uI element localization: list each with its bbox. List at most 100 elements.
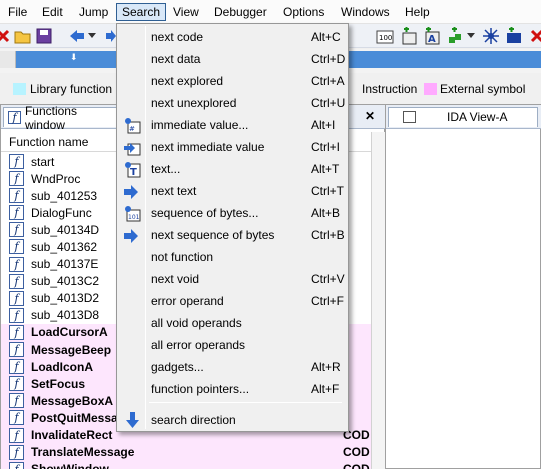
save-disk-icon[interactable] bbox=[35, 27, 53, 45]
legend-instruction: Instruction bbox=[362, 82, 418, 96]
open-folder-icon[interactable] bbox=[14, 27, 32, 45]
search-direction-arrow-icon bbox=[124, 412, 141, 429]
svg-text:T: T bbox=[130, 167, 137, 178]
function-icon: f bbox=[9, 410, 24, 426]
menu-edit[interactable]: Edit bbox=[37, 3, 68, 21]
menu-item-sequence-of-bytes[interactable]: 101 sequence of bytes... Alt+B bbox=[119, 202, 346, 224]
menu-item-next-data[interactable]: next data Ctrl+D bbox=[119, 48, 346, 70]
menu-item-immediate-value[interactable]: # immediate value... Alt+I bbox=[119, 114, 346, 136]
function-name: MessageBoxA bbox=[31, 393, 114, 408]
menu-search[interactable]: Search bbox=[116, 3, 167, 21]
text-search-icon: T bbox=[124, 161, 141, 178]
external-symbol-swatch bbox=[424, 83, 437, 95]
menu-help[interactable]: Help bbox=[400, 3, 435, 21]
menu-item-shortcut: Ctrl+V bbox=[311, 272, 345, 286]
struct-icon[interactable] bbox=[448, 27, 466, 45]
menu-item-label: next sequence of bytes bbox=[151, 228, 275, 242]
menu-item-error-operand[interactable]: error operand Ctrl+F bbox=[119, 290, 346, 312]
menu-view[interactable]: View bbox=[168, 3, 204, 21]
function-icon: f bbox=[9, 324, 24, 340]
vertical-scrollbar[interactable] bbox=[371, 132, 385, 469]
menu-item-label: gadgets... bbox=[151, 360, 204, 374]
function-row[interactable]: f TranslateMessage COD bbox=[1, 443, 371, 461]
menu-item-shortcut: Alt+B bbox=[311, 206, 341, 220]
function-icon: f bbox=[9, 222, 24, 238]
menu-item-next-immediate-value[interactable]: next immediate value Ctrl+I bbox=[119, 136, 346, 158]
add-enum-icon[interactable] bbox=[505, 27, 523, 45]
menu-item-all-error-operands[interactable]: all error operands bbox=[119, 334, 346, 356]
menu-item-next-explored[interactable]: next explored Ctrl+A bbox=[119, 70, 346, 92]
menu-item-shortcut: Alt+T bbox=[311, 162, 340, 176]
close-icon[interactable]: ✕ bbox=[363, 109, 377, 123]
enum-icon[interactable] bbox=[482, 27, 500, 45]
function-name: sub_4013C2 bbox=[31, 274, 100, 289]
legend-external-symbol: External symbol bbox=[440, 82, 526, 96]
menu-debugger[interactable]: Debugger bbox=[209, 3, 272, 21]
functions-window-title: Functions window bbox=[24, 103, 77, 132]
menu-item-shortcut: Alt+C bbox=[311, 30, 341, 44]
tab-ida-view-a[interactable]: IDA View-A bbox=[388, 107, 538, 127]
function-name: start bbox=[31, 154, 55, 169]
menu-item-next-unexplored[interactable]: next unexplored Ctrl+U bbox=[119, 92, 346, 114]
struct-dropdown-icon[interactable] bbox=[466, 27, 476, 45]
navigation-band-left-panel bbox=[0, 51, 16, 68]
add-segment-icon[interactable] bbox=[400, 27, 418, 45]
navigation-position-marker-icon: ⬇ bbox=[70, 52, 78, 62]
back-arrow-icon[interactable] bbox=[68, 27, 86, 45]
function-icon: f bbox=[9, 359, 24, 375]
menu-item-label: function pointers... bbox=[151, 382, 250, 396]
menu-item-next-sequence-of-bytes[interactable]: next sequence of bytes Ctrl+B bbox=[119, 224, 346, 246]
menu-item-shortcut: Ctrl+A bbox=[311, 74, 345, 88]
hex-view-icon[interactable]: 100 bbox=[376, 27, 394, 45]
menu-jump[interactable]: Jump bbox=[74, 3, 113, 21]
close-red-icon[interactable] bbox=[0, 27, 12, 45]
menu-item-text[interactable]: Ttext... Alt+T bbox=[119, 158, 346, 180]
menu-item-search-direction[interactable]: search direction bbox=[119, 409, 346, 431]
menu-file[interactable]: File bbox=[3, 3, 32, 21]
menu-item-label: search direction bbox=[151, 413, 236, 427]
menu-item-label: next void bbox=[151, 272, 200, 286]
tab-functions-window[interactable]: f Functions window bbox=[3, 104, 121, 132]
menu-item-label: next immediate value bbox=[151, 140, 265, 154]
menu-item-shortcut: Ctrl+I bbox=[311, 140, 341, 154]
menu-options[interactable]: Options bbox=[278, 3, 329, 21]
back-dropdown-icon[interactable] bbox=[86, 27, 98, 45]
menu-item-label: next code bbox=[151, 30, 204, 44]
string-icon[interactable]: A bbox=[423, 27, 441, 45]
function-icon: f bbox=[9, 307, 24, 323]
menu-item-shortcut: Alt+F bbox=[311, 382, 340, 396]
function-icon: f bbox=[9, 256, 24, 272]
function-name: LoadIconA bbox=[31, 359, 93, 374]
function-icon: f bbox=[9, 376, 24, 392]
function-name: PostQuitMessag bbox=[31, 410, 126, 425]
function-name: sub_4013D2 bbox=[31, 291, 100, 306]
menu-item-next-code[interactable]: next code Alt+C bbox=[119, 26, 346, 48]
menu-separator bbox=[149, 402, 342, 403]
menu-windows[interactable]: Windows bbox=[336, 3, 395, 21]
menu-item-next-text[interactable]: next text Ctrl+T bbox=[119, 180, 346, 202]
delete-icon[interactable] bbox=[528, 27, 541, 45]
function-name: MessageBeep bbox=[31, 342, 112, 357]
function-name: InvalidateRect bbox=[31, 428, 113, 443]
ida-view-tabbar: IDA View-A bbox=[386, 105, 541, 129]
menu-item-all-void-operands[interactable]: all void operands bbox=[119, 312, 346, 334]
menu-item-shortcut: Alt+I bbox=[311, 118, 336, 132]
function-row[interactable]: f ShowWindow COD bbox=[1, 460, 371, 469]
menu-item-not-function[interactable]: not function bbox=[119, 246, 346, 268]
library-function-swatch bbox=[13, 83, 26, 95]
menu-item-label: immediate value... bbox=[151, 118, 249, 132]
menu-item-next-void[interactable]: next void Ctrl+V bbox=[119, 268, 346, 290]
svg-text:101: 101 bbox=[128, 214, 140, 221]
function-icon: f bbox=[9, 290, 24, 306]
menu-item-shortcut: Ctrl+F bbox=[311, 294, 344, 308]
menu-item-gadgets[interactable]: gadgets... Alt+R bbox=[119, 356, 346, 378]
function-icon: f bbox=[9, 444, 24, 460]
function-icon: f bbox=[9, 239, 24, 255]
menu-item-shortcut: Ctrl+B bbox=[311, 228, 345, 242]
menu-item-function-pointers[interactable]: function pointers... Alt+F bbox=[119, 378, 346, 400]
column-header-label: Function name bbox=[9, 135, 89, 149]
function-icon: f bbox=[9, 171, 24, 187]
svg-text:#: # bbox=[129, 125, 135, 133]
function-icon: f bbox=[9, 342, 24, 358]
function-name: DialogFunc bbox=[31, 205, 92, 220]
